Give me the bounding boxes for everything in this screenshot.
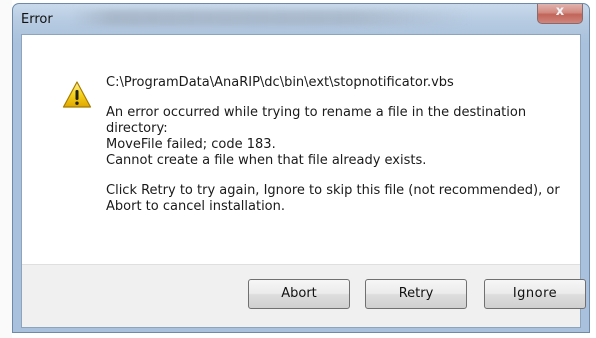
close-icon: x xyxy=(555,4,565,19)
abort-button-label: Abort xyxy=(281,286,317,301)
background-edge xyxy=(0,0,12,338)
abort-button[interactable]: Abort xyxy=(248,279,350,309)
error-line-2: directory: xyxy=(106,121,168,136)
retry-button-label: Retry xyxy=(398,286,434,301)
blurred-background-window xyxy=(71,10,471,26)
ignore-button[interactable]: Ignore xyxy=(484,279,586,309)
error-reason-line: Cannot create a file when that file alre… xyxy=(106,153,427,168)
error-message: C:\ProgramData\AnaRIP\dc\bin\ext\stopnot… xyxy=(106,75,566,215)
error-dialog: Error x C:\ProgramData\AnaRIP\dc\bin\ext… xyxy=(12,3,590,333)
title-bar[interactable]: Error x xyxy=(13,4,589,34)
dialog-client-area: C:\ProgramData\AnaRIP\dc\bin\ext\stopnot… xyxy=(21,34,586,328)
message-area: C:\ProgramData\AnaRIP\dc\bin\ext\stopnot… xyxy=(22,35,580,269)
close-button[interactable]: x xyxy=(537,4,583,24)
error-line-1: An error occurred while trying to rename… xyxy=(106,105,527,120)
button-bar: Abort Retry Ignore xyxy=(22,264,586,327)
hint-line-1: Click Retry to try again, Ignore to skip… xyxy=(106,183,560,198)
ignore-button-label: Ignore xyxy=(512,286,558,301)
hint-line-2: Abort to cancel installation. xyxy=(106,199,286,214)
file-path: C:\ProgramData\AnaRIP\dc\bin\ext\stopnot… xyxy=(106,75,454,90)
warning-icon xyxy=(62,81,92,108)
dialog-title: Error xyxy=(21,12,53,27)
error-code-line: MoveFile failed; code 183. xyxy=(106,137,276,152)
retry-button[interactable]: Retry xyxy=(365,279,467,309)
